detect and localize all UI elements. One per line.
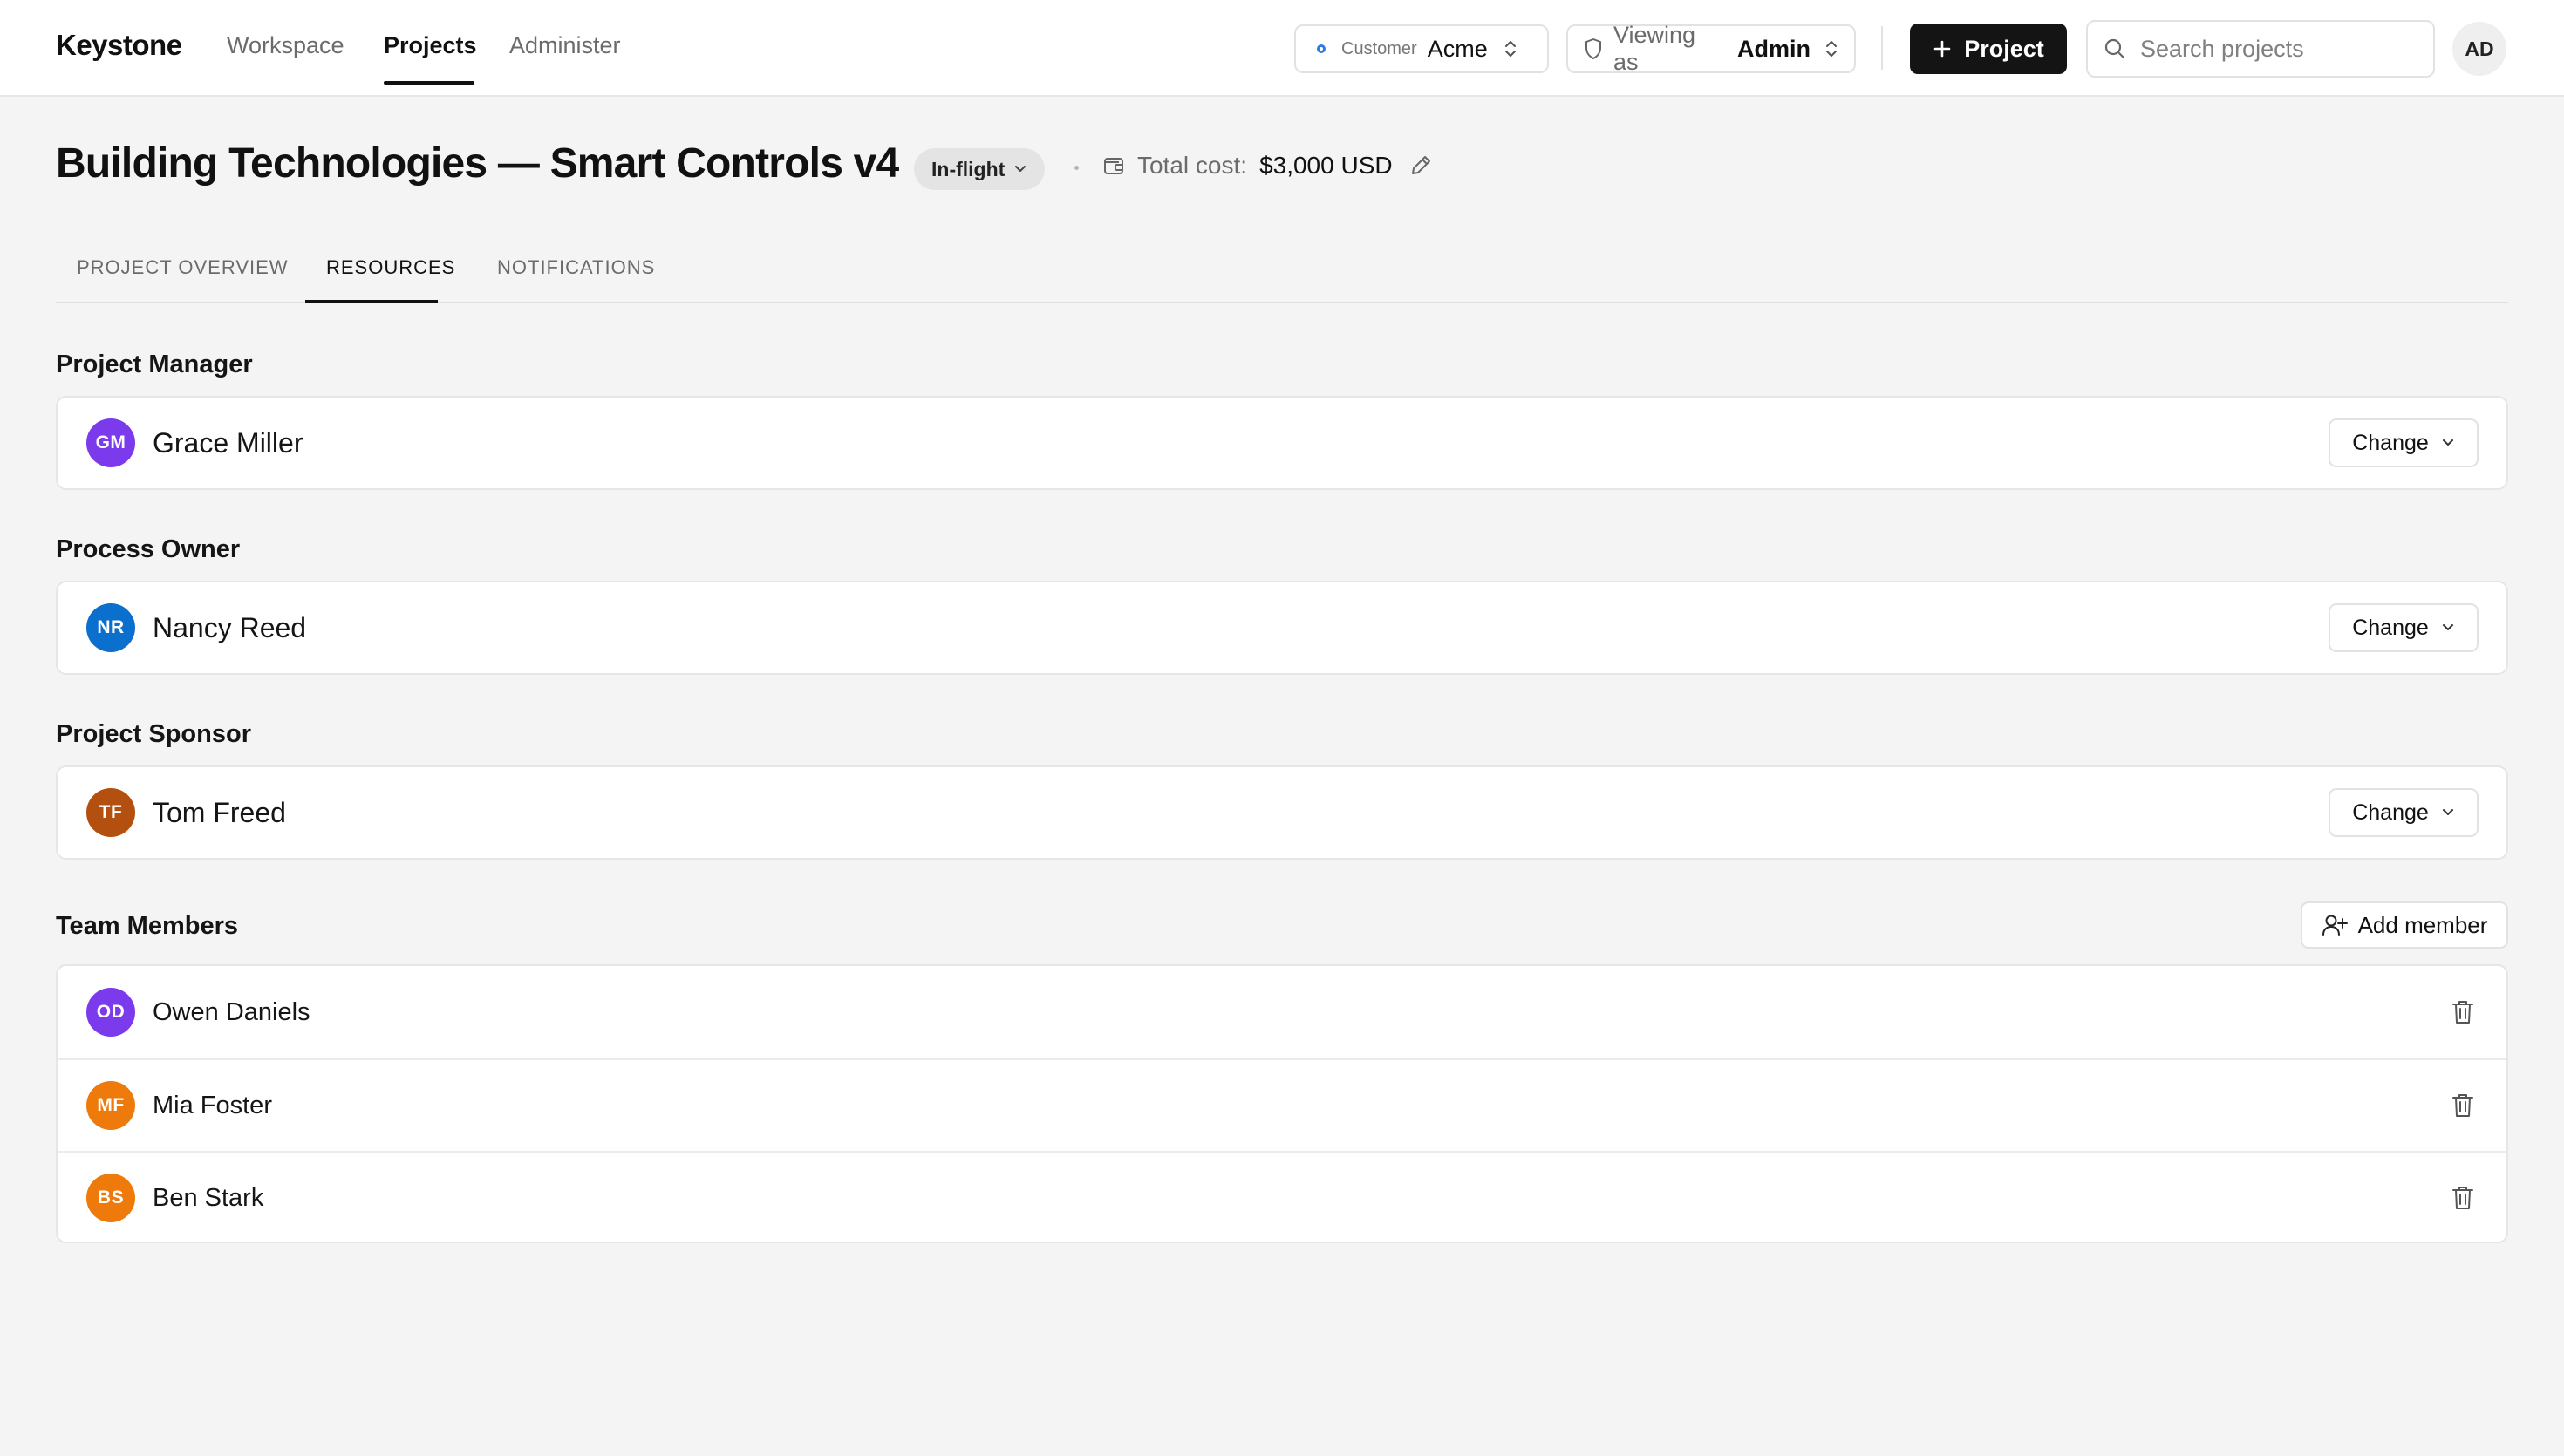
status-badge[interactable]: In-flight — [914, 148, 1046, 190]
add-member-button[interactable]: Add member — [2301, 901, 2508, 949]
change-label: Change — [2352, 799, 2429, 825]
top-bar: Keystone Workspace Projects Administer C… — [0, 0, 2564, 97]
pencil-icon[interactable] — [1408, 153, 1433, 178]
total-cost: Total cost: $3,000 USD — [1102, 152, 1433, 180]
role-row: TF Tom Freed Change — [58, 767, 2506, 858]
section-title-project-manager: Project Manager — [56, 350, 253, 378]
status-label: In-flight — [931, 157, 1006, 180]
search-icon — [2104, 37, 2126, 60]
nav-workspace[interactable]: Workspace — [227, 32, 344, 59]
cost-label: Total cost: — [1137, 152, 1248, 179]
viewing-label: Viewing as — [1613, 22, 1696, 75]
change-label: Change — [2352, 430, 2429, 455]
new-project-button[interactable]: Project — [1910, 24, 2067, 74]
user-plus-icon — [2322, 913, 2348, 937]
header-separator-dot — [1074, 166, 1079, 170]
customer-label: Customer — [1341, 38, 1417, 58]
nav-administer[interactable]: Administer — [509, 32, 621, 59]
page-title: Building Technologies — Smart Controls v… — [56, 140, 899, 187]
customer-value: Acme — [1427, 35, 1488, 62]
tab-bar: PROJECT OVERVIEW RESOURCES NOTIFICATIONS — [56, 234, 2508, 303]
chevron-down-icon — [2441, 807, 2455, 818]
team-members-card: OD Owen Daniels MF Mia Foster BS Ben Sta… — [56, 964, 2508, 1243]
role-row: GM Grace Miller Change — [58, 398, 2506, 488]
avatar: TF — [86, 788, 135, 837]
change-project-sponsor-button[interactable]: Change — [2329, 788, 2479, 837]
trash-icon[interactable] — [2447, 997, 2479, 1028]
list-item: BS Ben Stark — [58, 1151, 2506, 1243]
tab-notifications[interactable]: NOTIFICATIONS — [497, 256, 655, 279]
member-name: Ben Stark — [153, 1183, 264, 1212]
person-name: Nancy Reed — [153, 611, 307, 643]
person-name: Tom Freed — [153, 796, 286, 828]
brand-logo[interactable]: Keystone — [56, 29, 182, 62]
list-item: OD Owen Daniels — [58, 966, 2506, 1058]
trash-icon[interactable] — [2447, 1090, 2479, 1121]
role-row: NR Nancy Reed Change — [58, 582, 2506, 673]
chevron-down-icon — [1013, 164, 1027, 174]
change-process-owner-button[interactable]: Change — [2329, 603, 2479, 652]
project-manager-card: GM Grace Miller Change — [56, 396, 2508, 490]
chevron-updown-icon — [1504, 38, 1517, 59]
avatar: BS — [86, 1174, 135, 1222]
cost-value: $3,000 USD — [1259, 152, 1393, 179]
section-title-team-members: Team Members — [56, 912, 238, 940]
customer-selector[interactable]: Customer Acme — [1294, 24, 1549, 73]
chevron-updown-icon — [1824, 38, 1838, 59]
new-project-label: Project — [1964, 35, 2044, 62]
avatar: GM — [86, 418, 135, 467]
list-item: MF Mia Foster — [58, 1058, 2506, 1151]
person-name: Grace Miller — [153, 426, 303, 459]
avatar: NR — [86, 603, 135, 652]
section-title-project-sponsor: Project Sponsor — [56, 720, 251, 748]
tab-active-indicator — [305, 300, 438, 303]
avatar: MF — [86, 1081, 135, 1130]
section-title-process-owner: Process Owner — [56, 535, 241, 563]
wallet-icon — [1102, 154, 1125, 177]
project-sponsor-card: TF Tom Freed Change — [56, 765, 2508, 860]
member-name: Owen Daniels — [153, 997, 310, 1026]
trash-icon[interactable] — [2447, 1182, 2479, 1214]
tab-resources[interactable]: RESOURCES — [326, 256, 455, 279]
add-member-label: Add member — [2357, 911, 2488, 938]
search-input[interactable] — [2140, 35, 2419, 63]
chevron-down-icon — [2441, 438, 2455, 448]
viewing-as-selector[interactable]: Viewing as Admin — [1566, 22, 1856, 75]
viewing-value: Admin — [1737, 35, 1810, 62]
search-box[interactable] — [2086, 20, 2435, 78]
user-avatar[interactable]: AD — [2452, 22, 2506, 76]
shield-icon — [1584, 37, 1603, 60]
change-label: Change — [2352, 615, 2429, 640]
nav-projects[interactable]: Projects — [384, 32, 477, 59]
tab-project-overview[interactable]: PROJECT OVERVIEW — [77, 256, 289, 279]
avatar: OD — [86, 988, 135, 1037]
nav-active-indicator — [384, 81, 474, 85]
change-project-manager-button[interactable]: Change — [2329, 418, 2479, 467]
chevron-down-icon — [2441, 623, 2455, 633]
plus-icon — [1933, 39, 1952, 58]
toolbar-divider — [1881, 26, 1883, 70]
process-owner-card: NR Nancy Reed Change — [56, 581, 2508, 675]
member-name: Mia Foster — [153, 1091, 272, 1119]
customer-logo-icon — [1312, 39, 1331, 58]
